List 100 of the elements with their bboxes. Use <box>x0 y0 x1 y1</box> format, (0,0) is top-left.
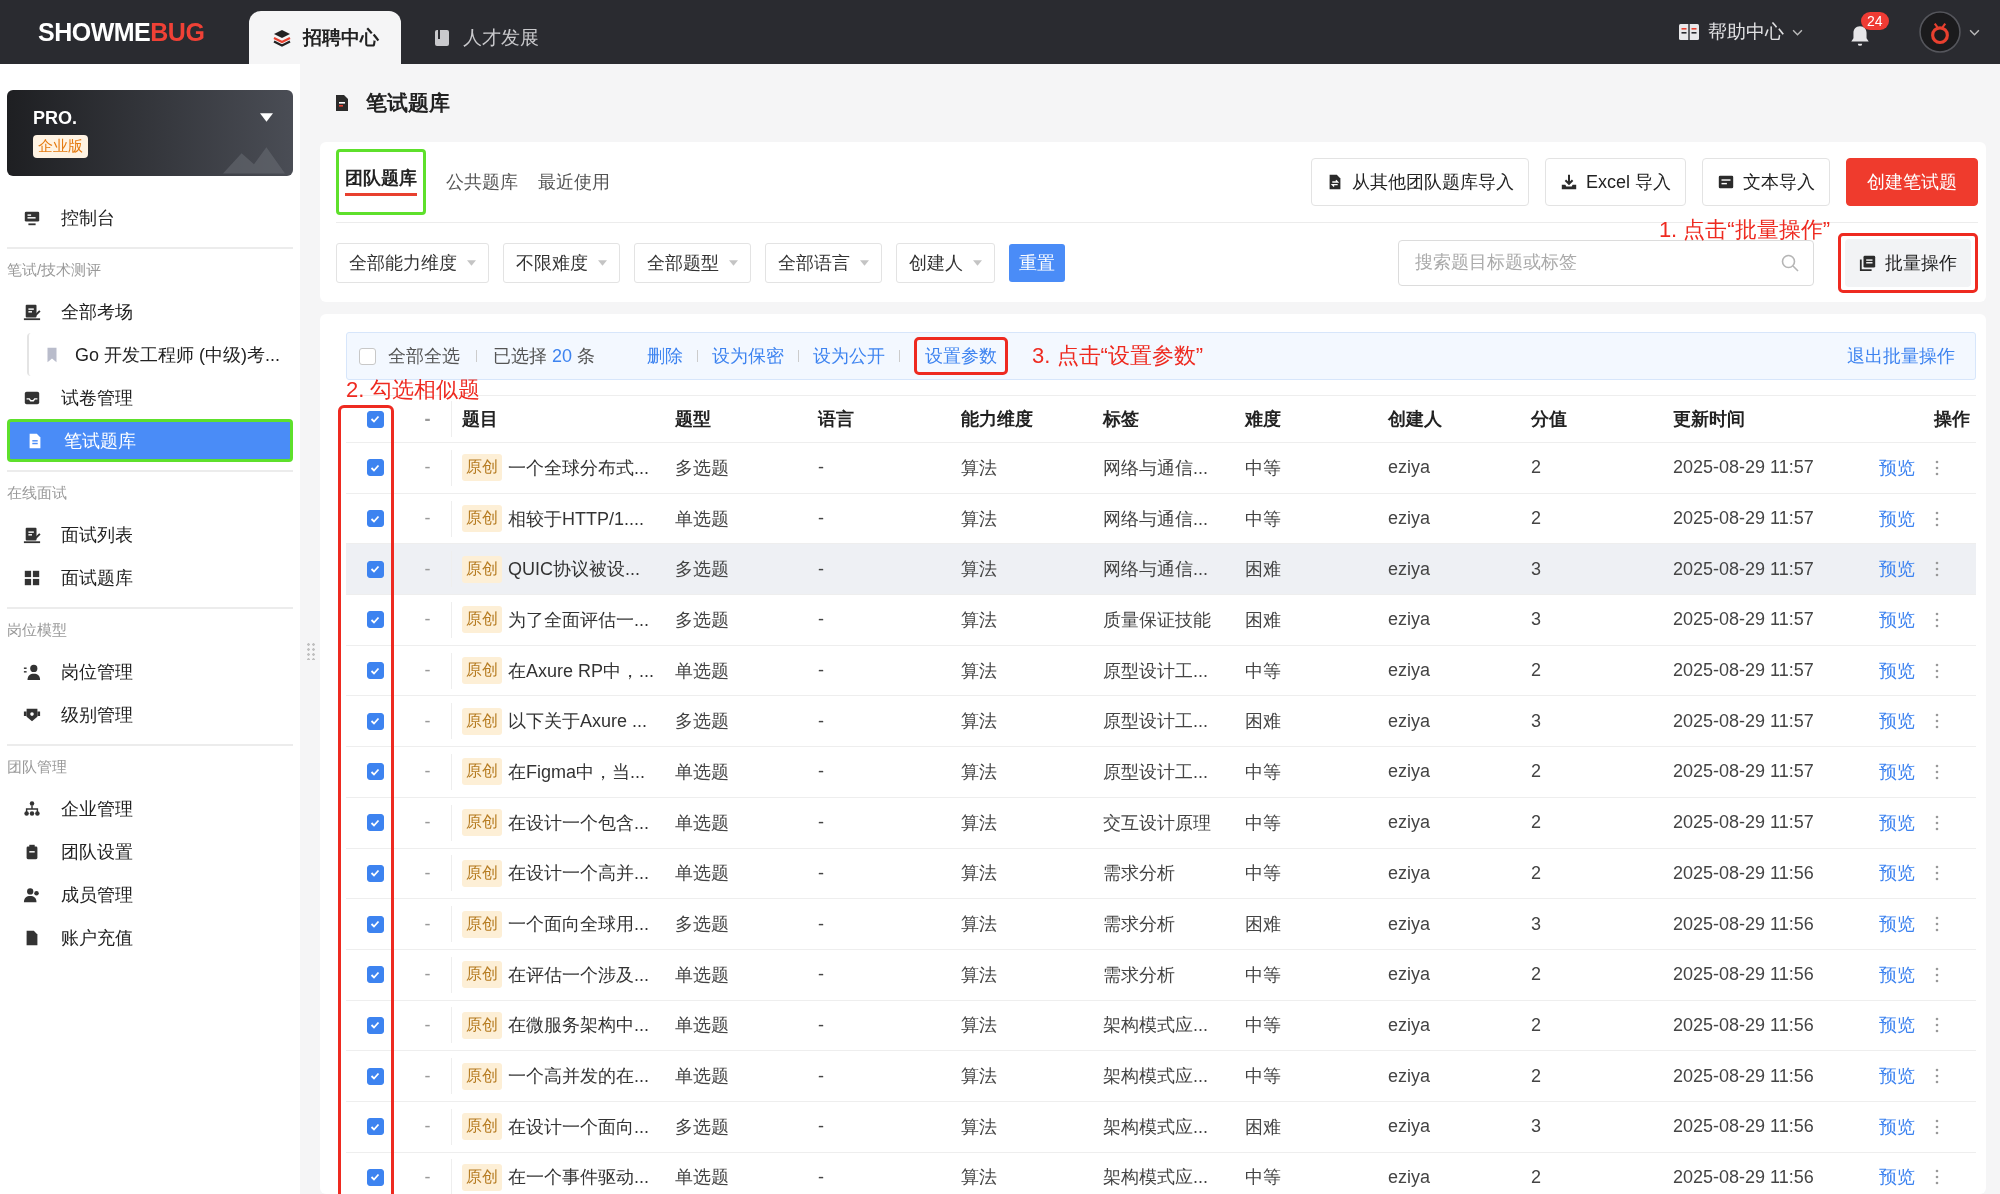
question-title[interactable]: 在Figma中，当... <box>508 759 645 784</box>
question-title[interactable]: 一个高并发的在... <box>508 1064 649 1089</box>
sidebar-item[interactable]: 试卷管理 <box>7 376 293 419</box>
question-title[interactable]: 一个全球分布式... <box>508 455 649 480</box>
question-title[interactable]: 在设计一个高并... <box>508 861 649 886</box>
more-icon[interactable] <box>1935 1118 1939 1135</box>
preview-link[interactable]: 预览 <box>1879 506 1915 531</box>
batch-action-link[interactable]: 设为公开 <box>813 344 886 368</box>
import-button[interactable]: 从其他团队题库导入 <box>1310 158 1529 206</box>
preview-link[interactable]: 预览 <box>1879 1165 1915 1190</box>
exit-batch-link[interactable]: 退出批量操作 <box>1847 344 1955 368</box>
checkbox[interactable] <box>366 1118 384 1136</box>
sidebar-item[interactable]: 岗位管理 <box>7 650 293 693</box>
library-tab[interactable]: 最近使用 <box>538 164 610 200</box>
batch-action-link[interactable]: 设为保密 <box>712 344 785 368</box>
checkbox[interactable] <box>366 1168 384 1186</box>
preview-link[interactable]: 预览 <box>1879 709 1915 734</box>
question-title[interactable]: 在评估一个涉及... <box>508 962 649 987</box>
more-icon[interactable] <box>1935 1017 1939 1034</box>
more-icon[interactable] <box>1935 510 1939 527</box>
library-tab[interactable]: 团队题库 <box>345 160 417 196</box>
table-row[interactable]: - 原创 在评估一个涉及... 单选题 - 算法 需求分析 中等 eziya 2 2025-08-29 11:56 预览 <box>346 949 1976 1001</box>
checkbox[interactable] <box>366 712 384 730</box>
sidebar-subitem[interactable]: Go 开发工程师 (中级)考... <box>27 333 293 376</box>
batch-button[interactable]: 批量操作 <box>1845 238 1971 287</box>
preview-link[interactable]: 预览 <box>1879 912 1915 937</box>
sidebar-item[interactable]: 账户充值 <box>7 916 293 959</box>
question-title[interactable]: QUIC协议被设... <box>508 557 640 582</box>
preview-link[interactable]: 预览 <box>1879 607 1915 632</box>
question-title[interactable]: 一个面向全球用... <box>508 912 649 937</box>
table-row[interactable]: - 原创 一个面向全球用... 多选题 - 算法 需求分析 困难 eziya 3 2025-08-29 11:56 预览 <box>346 899 1976 950</box>
table-row[interactable]: - 原创 在Axure RP中，... 单选题 - 算法 原型设计工... 中等 eziya 2 2025-08-29 11:57 预览 <box>346 645 1976 697</box>
more-icon[interactable] <box>1935 966 1939 983</box>
more-icon[interactable] <box>1935 1169 1939 1186</box>
table-row[interactable]: - 原创 以下关于Axure ... 多选题 - 算法 原型设计工... 困难 eziya 3 2025-08-29 11:57 预览 <box>346 696 1976 748</box>
question-title[interactable]: 在设计一个包含... <box>508 810 649 835</box>
table-row[interactable]: - 原创 在设计一个包含... 单选题 - 算法 交互设计原理 中等 eziya 2 2025-08-29 11:57 预览 <box>346 797 1976 849</box>
more-icon[interactable] <box>1935 713 1939 730</box>
checkbox[interactable] <box>366 510 384 528</box>
question-title[interactable]: 在微服务架构中... <box>508 1013 649 1038</box>
import-button[interactable]: 文本导入 <box>1702 158 1830 206</box>
table-row[interactable]: - 原创 一个全球分布式... 多选题 - 算法 网络与通信... 中等 eziya 2 2025-08-29 11:57 预览 <box>346 443 1976 494</box>
create-button[interactable]: 创建笔试题 <box>1846 158 1978 206</box>
batch-action-link[interactable]: 删除 <box>647 344 684 368</box>
checkbox[interactable] <box>366 662 384 680</box>
table-row[interactable]: - 原创 为了全面评估一... 多选题 - 算法 质量保证技能 困难 eziya 3 2025-08-29 11:57 预览 <box>346 595 1976 646</box>
account-menu[interactable] <box>1919 11 1980 53</box>
filter-dropdown[interactable]: 创建人 <box>896 242 995 283</box>
sidebar-item[interactable]: 级别管理 <box>7 693 293 736</box>
preview-link[interactable]: 预览 <box>1879 810 1915 835</box>
filter-dropdown[interactable]: 全部语言 <box>765 242 882 283</box>
more-icon[interactable] <box>1935 662 1939 679</box>
checkbox[interactable] <box>366 611 384 629</box>
filter-dropdown[interactable]: 全部能力维度 <box>336 242 489 283</box>
table-row[interactable]: - 原创 在设计一个面向... 多选题 - 算法 架构模式应... 困难 eziya 3 2025-08-29 11:56 预览 <box>346 1101 1976 1153</box>
question-title[interactable]: 相较于HTTP/1.... <box>508 506 644 531</box>
more-icon[interactable] <box>1935 814 1939 831</box>
library-tab[interactable]: 公共题库 <box>446 164 518 200</box>
sidebar-item[interactable]: 团队设置 <box>7 830 293 873</box>
more-icon[interactable] <box>1935 561 1939 578</box>
table-row[interactable]: - 原创 在设计一个高并... 单选题 - 算法 需求分析 中等 eziya 2 2025-08-29 11:56 预览 <box>346 848 1976 900</box>
more-icon[interactable] <box>1935 611 1939 628</box>
table-row[interactable]: - 原创 在微服务架构中... 单选题 - 算法 架构模式应... 中等 eziya 2 2025-08-29 11:56 预览 <box>346 1000 1976 1052</box>
more-icon[interactable] <box>1935 865 1939 882</box>
checkbox[interactable] <box>366 814 384 832</box>
table-row[interactable]: - 原创 在一个事件驱动... 单选题 - 算法 架构模式应... 中等 eziya 2 2025-08-29 11:56 预览 <box>346 1152 1976 1194</box>
question-title[interactable]: 在一个事件驱动... <box>508 1165 649 1190</box>
more-icon[interactable] <box>1935 459 1939 476</box>
import-button[interactable]: Excel 导入 <box>1544 158 1686 206</box>
sidebar-item[interactable]: 全部考场 <box>7 290 293 333</box>
sidebar-item[interactable]: 面试题库 <box>7 556 293 599</box>
checkbox[interactable] <box>366 1067 384 1085</box>
checkbox[interactable] <box>366 1016 384 1034</box>
preview-link[interactable]: 预览 <box>1879 658 1915 683</box>
batch-action-link[interactable]: 设置参数 <box>925 344 998 368</box>
select-all-label[interactable]: 全部全选 <box>388 344 460 368</box>
preview-link[interactable]: 预览 <box>1879 962 1915 987</box>
filter-dropdown[interactable]: 全部题型 <box>634 242 751 283</box>
checkbox[interactable] <box>359 347 376 365</box>
sidebar-item[interactable]: 面试列表 <box>7 513 293 556</box>
sidebar-item[interactable]: 控制台 <box>7 196 293 239</box>
preview-link[interactable]: 预览 <box>1879 455 1915 480</box>
filter-dropdown[interactable]: 不限难度 <box>503 242 620 283</box>
checkbox[interactable] <box>366 560 384 578</box>
table-row[interactable]: - 原创 一个高并发的在... 单选题 - 算法 架构模式应... 中等 eziya 2 2025-08-29 11:56 预览 <box>346 1051 1976 1102</box>
plan-card[interactable]: PRO. 企业版 <box>7 90 293 176</box>
table-row[interactable]: - 原创 在Figma中，当... 单选题 - 算法 原型设计工... 中等 eziya 2 2025-08-29 11:57 预览 <box>346 747 1976 798</box>
table-row[interactable]: - 原创 QUIC协议被设... 多选题 - 算法 网络与通信... 困难 eziya 3 2025-08-29 11:57 预览 <box>346 544 1976 596</box>
preview-link[interactable]: 预览 <box>1879 1114 1915 1139</box>
more-icon[interactable] <box>1935 763 1939 780</box>
notification-button[interactable]: 24 <box>1843 12 1893 52</box>
help-center-menu[interactable]: 帮助中心 <box>1678 19 1803 45</box>
checkbox[interactable] <box>366 915 384 933</box>
checkbox[interactable] <box>366 966 384 984</box>
preview-link[interactable]: 预览 <box>1879 861 1915 886</box>
more-icon[interactable] <box>1935 1068 1939 1085</box>
sidebar-item[interactable]: 企业管理 <box>7 787 293 830</box>
question-title[interactable]: 为了全面评估一... <box>508 607 649 632</box>
question-title[interactable]: 在设计一个面向... <box>508 1114 649 1139</box>
question-title[interactable]: 以下关于Axure ... <box>508 709 648 734</box>
